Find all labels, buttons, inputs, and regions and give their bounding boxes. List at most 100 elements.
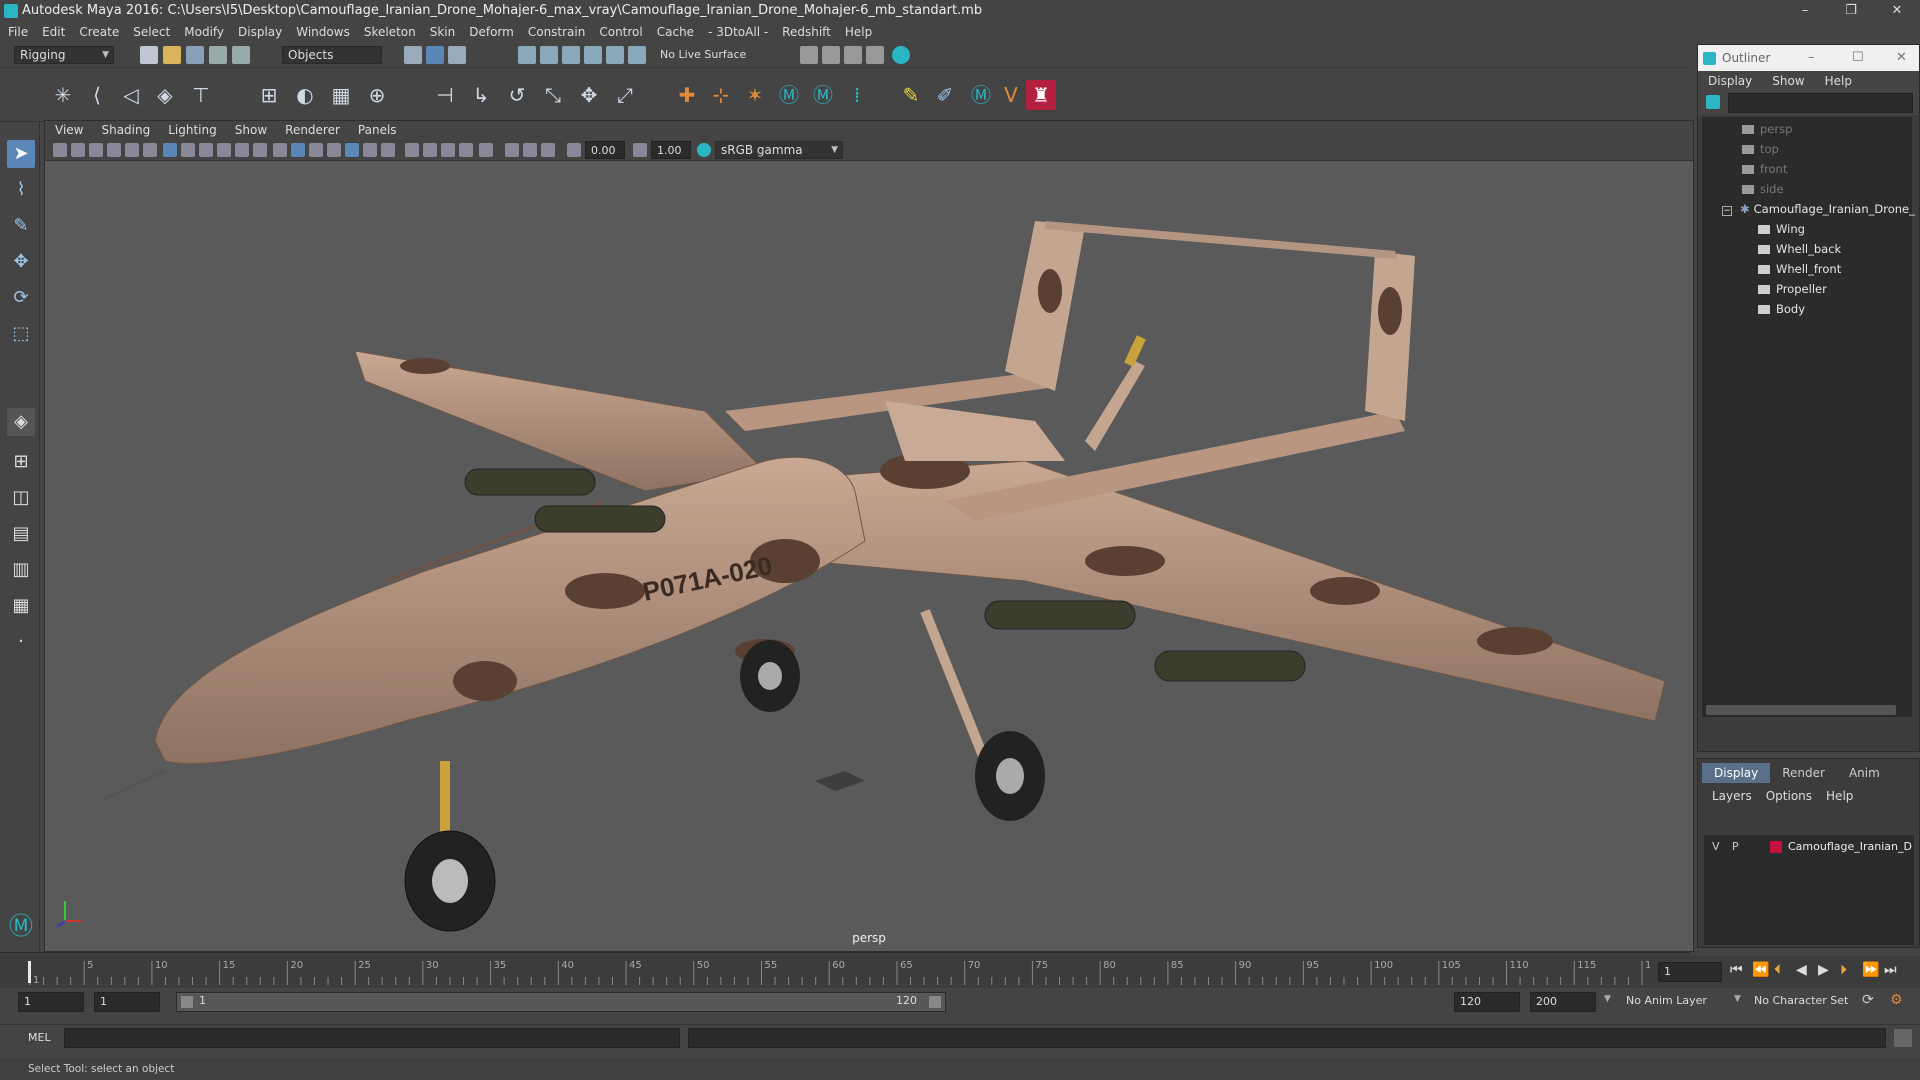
- maya-icon[interactable]: Ⓜ: [966, 80, 996, 110]
- outliner-maximize-button[interactable]: ☐: [1852, 45, 1864, 71]
- tree-item-front[interactable]: front: [1742, 159, 1787, 179]
- animation-end-field[interactable]: 200: [1530, 992, 1596, 1012]
- move-tool-icon[interactable]: ✥: [7, 248, 35, 276]
- vray-icon[interactable]: V: [996, 80, 1026, 110]
- bookmark-icon[interactable]: [89, 143, 103, 157]
- viewport-menu-panels[interactable]: Panels: [358, 123, 397, 137]
- layer-color-swatch[interactable]: [1770, 841, 1782, 853]
- layer-menu-options[interactable]: Options: [1766, 789, 1812, 803]
- constraint-parent-icon[interactable]: ✥: [574, 80, 604, 110]
- ik-spline-icon[interactable]: ◁: [116, 80, 146, 110]
- layer-visibility-toggle[interactable]: V: [1712, 837, 1720, 857]
- rotate-tool-icon[interactable]: ⟳: [7, 284, 35, 312]
- grease-pencil-icon[interactable]: [125, 143, 139, 157]
- insert-joint-icon[interactable]: ◈: [150, 80, 180, 110]
- motion-blur-icon[interactable]: [405, 143, 419, 157]
- next-key-icon[interactable]: ⏵: [1840, 962, 1847, 978]
- paint-brush-icon[interactable]: ✐: [930, 80, 960, 110]
- outliner-layout-icon[interactable]: ·: [7, 628, 35, 656]
- persp-graph-layout-icon[interactable]: ▤: [7, 520, 35, 548]
- shading-network-icon[interactable]: ♜: [1026, 80, 1056, 110]
- fuselage[interactable]: [154, 456, 866, 765]
- drone-model[interactable]: P071A-020: [45, 161, 1693, 951]
- joint-tool-icon[interactable]: ✳: [48, 80, 78, 110]
- play-forward-icon[interactable]: ▶: [1818, 962, 1829, 978]
- wireframe-on-shaded-icon[interactable]: [309, 143, 323, 157]
- set-key-icon[interactable]: ⊹: [706, 80, 736, 110]
- textured-icon[interactable]: [327, 143, 341, 157]
- auto-key-icon[interactable]: ⟳: [1862, 992, 1874, 1008]
- redo-icon[interactable]: [232, 46, 250, 64]
- collapse-icon[interactable]: −: [1722, 206, 1732, 216]
- camera-select-icon[interactable]: [53, 143, 67, 157]
- step-back-icon[interactable]: ⏪: [1752, 962, 1769, 978]
- select-hierarchy-icon[interactable]: [404, 46, 422, 64]
- layer-name[interactable]: Camouflage_Iranian_D: [1788, 837, 1912, 857]
- step-forward-icon[interactable]: ⏩: [1862, 962, 1879, 978]
- render-view-icon[interactable]: [866, 46, 884, 64]
- snap-point-icon[interactable]: [562, 46, 580, 64]
- command-language-label[interactable]: MEL: [28, 1031, 51, 1044]
- two-d-pan-icon[interactable]: [143, 143, 157, 157]
- playback-end-field[interactable]: 120: [1454, 992, 1520, 1012]
- filter-icon[interactable]: [1706, 95, 1720, 109]
- tree-item-side[interactable]: side: [1742, 179, 1784, 199]
- gamma-field[interactable]: 1.00: [651, 141, 691, 159]
- save-scene-icon[interactable]: [186, 46, 204, 64]
- outliner-menu-help[interactable]: Help: [1825, 74, 1852, 88]
- menu-deform[interactable]: Deform: [469, 25, 514, 39]
- menu-redshift[interactable]: Redshift: [782, 25, 831, 39]
- scale-tool-icon[interactable]: ⬚: [7, 320, 35, 348]
- xray-icon[interactable]: [479, 143, 493, 157]
- anim-layer-dropdown[interactable]: No Anim Layer: [1626, 994, 1707, 1007]
- render-settings-icon[interactable]: [800, 46, 818, 64]
- tree-item-group[interactable]: − ✱ Camouflage_Iranian_Drone_: [1722, 199, 1915, 219]
- outliner-minimize-button[interactable]: –: [1808, 45, 1815, 71]
- tree-item-propeller[interactable]: Propeller: [1758, 279, 1827, 299]
- xray-joints-icon[interactable]: [523, 143, 537, 157]
- outliner-close-button[interactable]: ✕: [1896, 45, 1907, 71]
- viewport-menu-show[interactable]: Show: [235, 123, 267, 137]
- lattice-icon[interactable]: ▦: [326, 80, 356, 110]
- restore-button[interactable]: ❐: [1828, 0, 1874, 22]
- tree-item-whell-back[interactable]: Whell_back: [1758, 239, 1841, 259]
- outliner-menu-display[interactable]: Display: [1708, 74, 1752, 88]
- single-view-layout-icon[interactable]: ◈: [7, 408, 35, 436]
- menu-skeleton[interactable]: Skeleton: [364, 25, 416, 39]
- menu-edit[interactable]: Edit: [42, 25, 65, 39]
- tree-item-persp[interactable]: persp: [1742, 119, 1792, 139]
- menu-cache[interactable]: Cache: [657, 25, 694, 39]
- image-plane-icon[interactable]: [107, 143, 121, 157]
- constraint-pole-icon[interactable]: ⤢: [610, 80, 640, 110]
- skeleton-icon[interactable]: ✶: [740, 80, 770, 110]
- outliner-menu-show[interactable]: Show: [1772, 74, 1804, 88]
- select-tool-icon[interactable]: ➤: [7, 140, 35, 168]
- minimize-button[interactable]: –: [1782, 0, 1828, 22]
- outliner-search-input[interactable]: [1728, 93, 1913, 113]
- tree-item-whell-front[interactable]: Whell_front: [1758, 259, 1841, 279]
- smooth-bind-icon[interactable]: ◐: [290, 80, 320, 110]
- go-to-end-icon[interactable]: ⏭: [1884, 962, 1897, 978]
- menu-set-dropdown[interactable]: Rigging ▼: [14, 46, 114, 64]
- tree-item-body[interactable]: Body: [1758, 299, 1805, 319]
- use-all-lights-icon[interactable]: [345, 143, 359, 157]
- viewport-menu-view[interactable]: View: [55, 123, 83, 137]
- menu-display[interactable]: Display: [238, 25, 282, 39]
- snap-curve-icon[interactable]: [540, 46, 558, 64]
- range-end-handle[interactable]: [929, 996, 941, 1008]
- animation-preferences-icon[interactable]: ⚙: [1890, 992, 1903, 1008]
- snap-grid-icon[interactable]: [518, 46, 536, 64]
- ipr-render-icon[interactable]: [844, 46, 862, 64]
- tree-item-wing[interactable]: Wing: [1758, 219, 1805, 239]
- script-editor-icon[interactable]: [1894, 1029, 1912, 1047]
- four-view-layout-icon[interactable]: ⊞: [7, 448, 35, 476]
- gamma-icon[interactable]: [633, 143, 647, 157]
- range-start-handle[interactable]: [181, 996, 193, 1008]
- anti-aliasing-icon[interactable]: [423, 143, 437, 157]
- paint-weights-icon[interactable]: ✎: [896, 80, 926, 110]
- field-chart-icon[interactable]: [235, 143, 249, 157]
- tab-render[interactable]: Render: [1770, 763, 1837, 783]
- constraint-point-icon[interactable]: ⊣: [430, 80, 460, 110]
- exposure-icon[interactable]: [567, 143, 581, 157]
- tab-display[interactable]: Display: [1702, 763, 1771, 783]
